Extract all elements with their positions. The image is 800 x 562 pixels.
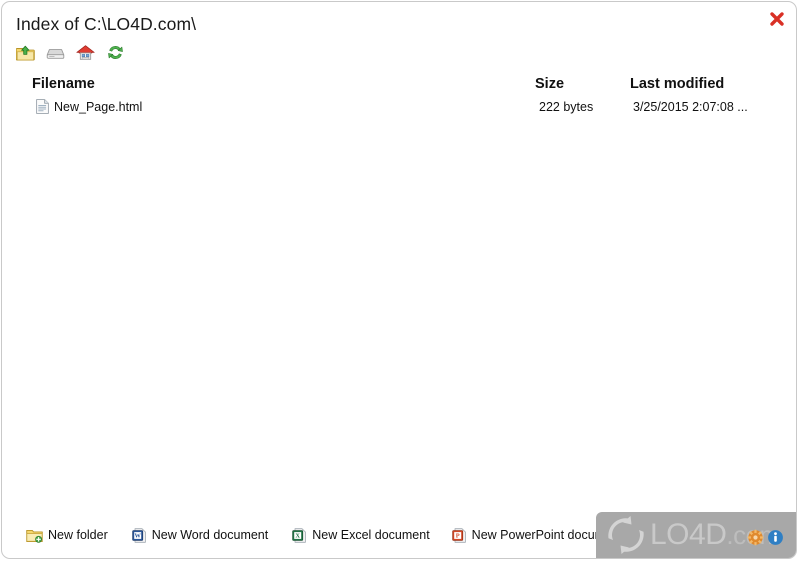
file-modified-cell: 3/25/2015 2:07:08 ... bbox=[633, 100, 748, 114]
column-headers: Filename Size Last modified bbox=[2, 76, 796, 96]
excel-document-icon: X bbox=[292, 527, 307, 543]
navigation-toolbar bbox=[16, 41, 136, 63]
new-folder-button[interactable]: New folder bbox=[26, 528, 108, 543]
home-button[interactable] bbox=[76, 41, 106, 63]
close-button[interactable] bbox=[766, 8, 788, 30]
word-document-icon: W bbox=[132, 527, 146, 543]
title-row: Index of C:\LO4D.com\ bbox=[16, 14, 716, 40]
lo4d-logo-icon bbox=[608, 516, 644, 554]
file-name-link[interactable]: New_Page.html bbox=[54, 100, 142, 114]
file-size-cell: 222 bytes bbox=[539, 100, 594, 114]
file-name-cell: New_Page.html bbox=[36, 99, 142, 114]
lo4d-watermark: LO4D .com bbox=[596, 512, 796, 558]
file-list: New_Page.html 222 bytes 3/25/2015 2:07:0… bbox=[2, 99, 796, 117]
file-browser-window: Index of C:\LO4D.com\ Filename Size Last… bbox=[1, 1, 797, 559]
new-word-document-button[interactable]: W New Word document bbox=[132, 527, 269, 543]
drive-icon bbox=[46, 48, 65, 59]
column-header-size[interactable]: Size bbox=[535, 76, 564, 92]
refresh-button[interactable] bbox=[106, 41, 136, 63]
up-folder-icon bbox=[16, 45, 35, 60]
powerpoint-document-icon: P bbox=[451, 527, 466, 543]
new-folder-icon bbox=[26, 529, 43, 543]
new-excel-document-label: New Excel document bbox=[312, 528, 430, 542]
table-row[interactable]: New_Page.html 222 bytes 3/25/2015 2:07:0… bbox=[2, 99, 796, 117]
drive-button[interactable] bbox=[46, 41, 76, 63]
svg-text:W: W bbox=[134, 532, 141, 539]
gear-badge-icon bbox=[747, 529, 764, 546]
column-header-filename[interactable]: Filename bbox=[32, 76, 95, 92]
page-title: Index of C:\LO4D.com\ bbox=[16, 14, 197, 34]
watermark-brand: LO4D bbox=[650, 518, 727, 551]
svg-text:P: P bbox=[455, 532, 459, 539]
close-icon bbox=[770, 12, 784, 26]
watermark-badges bbox=[747, 529, 784, 546]
new-folder-label: New folder bbox=[48, 528, 108, 542]
svg-text:X: X bbox=[296, 532, 301, 539]
html-file-icon bbox=[36, 99, 49, 114]
column-header-modified[interactable]: Last modified bbox=[630, 76, 724, 92]
new-excel-document-button[interactable]: X New Excel document bbox=[292, 527, 430, 543]
info-badge-icon bbox=[768, 530, 783, 545]
refresh-icon bbox=[108, 45, 123, 59]
up-folder-button[interactable] bbox=[16, 41, 46, 63]
new-word-document-label: New Word document bbox=[151, 528, 269, 542]
home-icon bbox=[76, 44, 95, 60]
